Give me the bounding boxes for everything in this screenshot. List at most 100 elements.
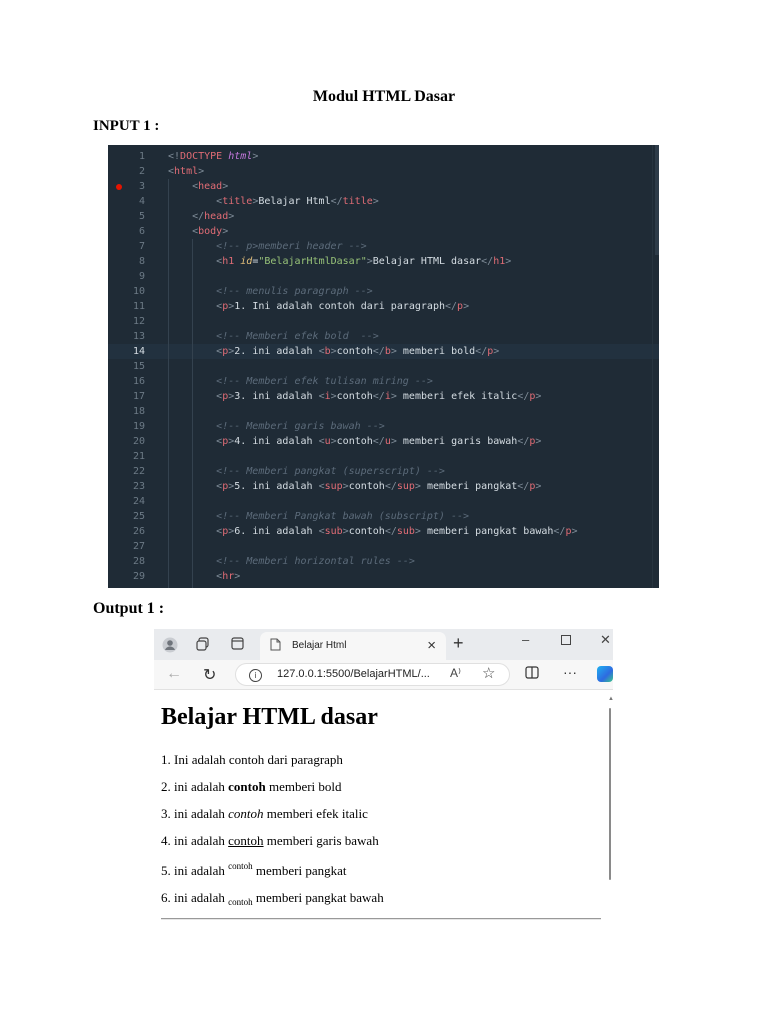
page-scrollbar[interactable] xyxy=(609,708,611,880)
page-heading: Belajar HTML dasar xyxy=(161,704,378,730)
read-aloud-icon[interactable]: A⁾ xyxy=(450,666,461,680)
code-line[interactable]: 28 <!-- Memberi horizontal rules --> xyxy=(108,554,659,569)
paragraph-5: 5. ini adalah contoh memberi pangkat xyxy=(161,862,347,879)
url-box[interactable]: i 127.0.0.1:5500/BelajarHTML/... A⁾ ☆ xyxy=(235,663,510,686)
page-icon xyxy=(270,638,281,654)
rendered-page: Belajar HTML dasar 1. Ini adalah contoh … xyxy=(154,690,613,933)
code-line[interactable]: 7 <!-- p>memberi header --> xyxy=(108,239,659,254)
line-number: 20 xyxy=(132,436,145,447)
line-number: 27 xyxy=(132,541,145,552)
code-text: <!-- p>memberi header --> xyxy=(216,241,367,252)
line-number: 1 xyxy=(138,151,145,162)
line-number: 15 xyxy=(132,361,145,372)
paragraph-3-suffix: memberi efek italic xyxy=(263,806,368,821)
code-line[interactable]: 20 <p>4. ini adalah <u>contoh</u> member… xyxy=(108,434,659,449)
code-line[interactable]: 26 <p>6. ini adalah <sub>contoh</sub> me… xyxy=(108,524,659,539)
bold-word: contoh xyxy=(228,779,266,794)
scroll-up-icon[interactable]: ▲ xyxy=(608,696,613,702)
code-line[interactable]: 4 <title>Belajar Html</title> xyxy=(108,194,659,209)
code-text: <!-- Memberi pangkat (superscript) --> xyxy=(216,466,445,477)
code-line[interactable]: 11 <p>1. Ini adalah contoh dari paragrap… xyxy=(108,299,659,314)
refresh-icon[interactable]: ↻ xyxy=(203,665,216,685)
workspaces-icon[interactable] xyxy=(196,637,210,654)
code-line[interactable]: 29 <hr> xyxy=(108,569,659,584)
paragraph-6: 6. ini adalah contoh memberi pangkat baw… xyxy=(161,890,384,907)
code-line[interactable]: 23 <p>5. ini adalah <sup>contoh</sup> me… xyxy=(108,479,659,494)
code-text: <p>1. Ini adalah contoh dari paragraph</… xyxy=(216,301,470,312)
code-line[interactable]: 15 xyxy=(108,359,659,374)
paragraph-5-prefix: 5. ini adalah xyxy=(161,863,229,878)
code-line[interactable]: 18 xyxy=(108,404,659,419)
window-close-icon[interactable]: ✕ xyxy=(600,632,611,648)
line-number: 25 xyxy=(132,511,145,522)
paragraph-2: 2. ini adalah contoh memberi bold xyxy=(161,779,342,795)
paragraph-3: 3. ini adalah contoh memberi efek italic xyxy=(161,806,368,822)
code-line[interactable]: 5 </head> xyxy=(108,209,659,224)
line-number: 5 xyxy=(138,211,145,222)
paragraph-1-text: 1. Ini adalah contoh dari paragraph xyxy=(161,752,343,767)
code-text: <!-- Memberi Pangkat bawah (subscript) -… xyxy=(216,511,470,522)
favorite-icon[interactable]: ☆ xyxy=(482,664,495,682)
line-number: 6 xyxy=(138,226,145,237)
code-line[interactable]: 9 xyxy=(108,269,659,284)
code-line[interactable]: 10 <!-- menulis paragraph --> xyxy=(108,284,659,299)
info-icon[interactable]: i xyxy=(249,669,262,682)
code-line[interactable]: 17 <p>3. ini adalah <i>contoh</i> member… xyxy=(108,389,659,404)
line-number: 4 xyxy=(138,196,145,207)
code-line[interactable]: 16 <!-- Memberi efek tulisan miring --> xyxy=(108,374,659,389)
code-text: <!-- Memberi efek tulisan miring --> xyxy=(216,376,433,387)
line-number: 17 xyxy=(132,391,145,402)
more-icon[interactable]: ··· xyxy=(563,664,577,680)
editor-scrollbar[interactable] xyxy=(655,145,659,255)
input-label: INPUT 1 : xyxy=(93,118,160,134)
code-text: <p>6. ini adalah <sub>contoh</sub> membe… xyxy=(216,526,578,537)
code-line[interactable]: 24 xyxy=(108,494,659,509)
profile-icon[interactable] xyxy=(162,637,178,656)
code-line[interactable]: 3 <head> xyxy=(108,179,659,194)
paragraph-6-prefix: 6. ini adalah xyxy=(161,890,229,905)
code-text: <title>Belajar Html</title> xyxy=(216,196,379,207)
paragraph-6-suffix: memberi pangkat bawah xyxy=(252,890,384,905)
code-text: <!-- Memberi horizontal rules --> xyxy=(216,556,415,567)
code-text: <p>5. ini adalah <sup>contoh</sup> membe… xyxy=(216,481,542,492)
code-line[interactable]: 1 <!DOCTYPE html> xyxy=(108,149,659,164)
address-bar: ← ↻ i 127.0.0.1:5500/BelajarHTML/... A⁾ … xyxy=(154,660,613,690)
code-editor[interactable]: 1 <!DOCTYPE html> 2 <html> 3 <head> 4 <title>… xyxy=(108,145,659,588)
paragraph-2-prefix: 2. ini adalah xyxy=(161,779,229,794)
code-line[interactable]: 13 <!-- Memberi efek bold --> xyxy=(108,329,659,344)
split-screen-icon[interactable] xyxy=(525,666,539,682)
code-line[interactable]: 22 <!-- Memberi pangkat (superscript) --… xyxy=(108,464,659,479)
maximize-icon[interactable] xyxy=(561,632,571,648)
line-number: 28 xyxy=(132,556,145,567)
line-number: 24 xyxy=(132,496,145,507)
tab-belajar-html[interactable]: Belajar Html × xyxy=(260,632,446,660)
code-line[interactable]: 27 xyxy=(108,539,659,554)
code-line[interactable]: 19 <!-- Memberi garis bawah --> xyxy=(108,419,659,434)
minimize-icon[interactable]: – xyxy=(522,632,529,647)
code-line[interactable]: 2 <html> xyxy=(108,164,659,179)
output-label: Output 1 : xyxy=(93,600,165,617)
new-tab-icon[interactable]: + xyxy=(453,633,464,654)
code-line[interactable]: 14 <p>2. ini adalah <b>contoh</b> member… xyxy=(108,344,659,359)
code-line[interactable]: 21 xyxy=(108,449,659,464)
back-icon[interactable]: ← xyxy=(166,665,182,683)
tab-title: Belajar Html xyxy=(292,640,347,651)
code-text: <body> xyxy=(192,226,229,237)
code-line[interactable]: 12 xyxy=(108,314,659,329)
line-number: 13 xyxy=(132,331,145,342)
code-text: <hr> xyxy=(216,571,241,582)
url-text[interactable]: 127.0.0.1:5500/BelajarHTML/... xyxy=(277,668,430,680)
indent-guide xyxy=(168,179,169,588)
code-line[interactable]: 8 <h1 id="BelajarHtmlDasar">Belajar HTML… xyxy=(108,254,659,269)
line-number: 18 xyxy=(132,406,145,417)
tab-actions-icon[interactable] xyxy=(231,637,244,653)
indent-guide xyxy=(192,239,193,588)
code-line[interactable]: 25 <!-- Memberi Pangkat bawah (subscript… xyxy=(108,509,659,524)
code-line[interactable]: 6 <body> xyxy=(108,224,659,239)
paragraph-4: 4. ini adalah contoh memberi garis bawah xyxy=(161,833,379,849)
paragraph-3-prefix: 3. ini adalah xyxy=(161,806,229,821)
close-icon[interactable]: × xyxy=(427,637,436,654)
line-number: 14 xyxy=(132,346,145,357)
copilot-icon[interactable] xyxy=(597,666,613,682)
browser-window: Belajar Html × + – ✕ ← ↻ i 127.0.0.1:550… xyxy=(154,629,613,933)
